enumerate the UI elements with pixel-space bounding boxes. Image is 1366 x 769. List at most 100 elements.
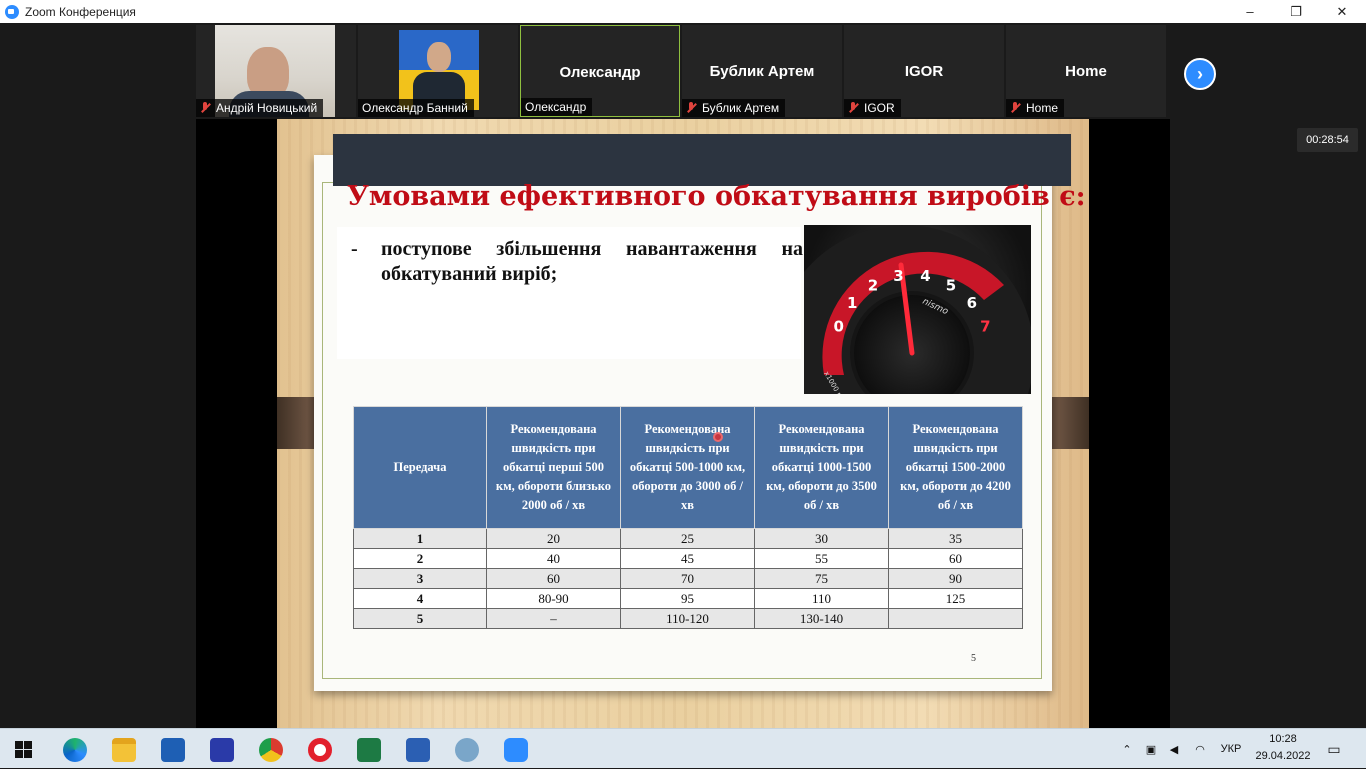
- bullet-text: поступове збільшення навантаження на обк…: [381, 238, 803, 285]
- gauge-tick-label: 4: [920, 267, 930, 285]
- participant-caption: Home: [1006, 99, 1065, 117]
- participant-caption: Бублик Артем: [682, 99, 786, 117]
- save-disk-icon[interactable]: [210, 738, 234, 762]
- table-cell: 3: [353, 568, 487, 589]
- next-participants-arrow-icon[interactable]: ›: [1184, 58, 1216, 90]
- taskbar-clock[interactable]: 10:28 29.04.2022: [1252, 731, 1314, 765]
- gauge-tick-label: 7: [980, 317, 990, 335]
- table-cell: 70: [620, 568, 755, 589]
- table-cell: 30: [754, 528, 889, 549]
- participant-caption: Андрій Новицький: [196, 99, 324, 117]
- mic-muted-icon: [686, 102, 696, 114]
- table-cell: 110-120: [620, 608, 755, 629]
- table-header-cell: Рекомендована швидкість при обкатці 1000…: [754, 406, 889, 529]
- break-in-speed-table: Передача Рекомендована швидкість при обк…: [353, 406, 1023, 629]
- slide-page-number: 5: [971, 653, 976, 664]
- speed-table: Передача Рекомендована швидкість при обк…: [353, 406, 1023, 629]
- maximize-button[interactable]: ❐: [1273, 0, 1319, 23]
- participant-caption: Олександр: [521, 98, 593, 116]
- bullet-dash: -: [351, 238, 358, 260]
- window-titlebar: Zoom Конференция – ❐ ✕: [0, 0, 1366, 23]
- participant-name: Олександр: [525, 100, 587, 114]
- participant-tile[interactable]: IGOR IGOR: [844, 25, 1004, 117]
- gauge-tick-label: 5: [946, 277, 956, 295]
- table-row: 1 20 25 30 35: [353, 528, 1023, 549]
- table-cell: –: [486, 608, 621, 629]
- notifications-icon[interactable]: ▭: [1322, 729, 1346, 769]
- table-cell: 2: [353, 548, 487, 569]
- table-cell: 5: [353, 608, 487, 629]
- table-header-row: Передача Рекомендована швидкість при обк…: [353, 406, 1023, 529]
- participant-name: Андрій Новицький: [216, 101, 318, 115]
- participant-strip: Андрій Новицький Олександр Банний Олекса…: [196, 25, 1216, 119]
- opera-browser-icon[interactable]: [308, 738, 332, 762]
- participant-name: Олександр Банний: [362, 101, 468, 115]
- tray-network-adapter-icon[interactable]: ▣: [1143, 729, 1159, 769]
- table-header-cell: Рекомендована швидкість при обкатці 1500…: [888, 406, 1023, 529]
- table-cell: 35: [888, 528, 1023, 549]
- participant-caption: IGOR: [844, 99, 901, 117]
- table-cell: 60: [486, 568, 621, 589]
- slide-title: Умовами ефективного обкатування виробів …: [347, 181, 1086, 212]
- mic-muted-icon: [1010, 102, 1020, 114]
- table-header-cell: Передача: [353, 406, 487, 529]
- participant-tile-active-speaker[interactable]: Олександр Олександр: [520, 25, 680, 117]
- file-explorer-icon[interactable]: [112, 738, 136, 762]
- wifi-icon[interactable]: ◠: [1192, 729, 1208, 769]
- participant-tile[interactable]: Андрій Новицький: [196, 25, 356, 117]
- table-cell: 75: [754, 568, 889, 589]
- participant-video: [399, 30, 479, 112]
- gauge-tick-label: 3: [893, 267, 903, 285]
- participant-name: Бублик Артем: [702, 101, 780, 115]
- shared-screen: Умовами ефективного обкатування виробів …: [196, 119, 1170, 728]
- windows-start-icon[interactable]: [15, 741, 32, 758]
- mic-muted-icon: [200, 102, 210, 114]
- table-cell: 20: [486, 528, 621, 549]
- excel-icon[interactable]: [357, 738, 381, 762]
- gauge-tick-label: 6: [967, 294, 977, 312]
- zoom-logo-icon: [5, 4, 19, 19]
- participant-tile[interactable]: Бублик Артем Бублик Артем: [682, 25, 842, 117]
- laser-pointer-icon: [713, 432, 723, 442]
- table-cell: 40: [486, 548, 621, 569]
- table-row: 3 60 70 75 90: [353, 568, 1023, 589]
- minimize-button[interactable]: –: [1227, 0, 1273, 23]
- edge-browser-icon[interactable]: [63, 738, 87, 762]
- tachometer-image: 01234567 nismo x1000 r/min: [804, 225, 1031, 394]
- table-cell: [888, 608, 1023, 629]
- close-button[interactable]: ✕: [1319, 0, 1365, 23]
- word-icon[interactable]: [406, 738, 430, 762]
- tray-chevron-up-icon[interactable]: ⌃: [1120, 729, 1134, 769]
- presentation-slide: Умовами ефективного обкатування виробів …: [277, 119, 1089, 728]
- chrome-browser-icon[interactable]: [259, 738, 283, 762]
- language-indicator[interactable]: УКР: [1216, 729, 1246, 769]
- table-header-cell: Рекомендована швидкість при обкатці 500-…: [620, 406, 755, 529]
- participant-tile[interactable]: Олександр Банний: [358, 25, 518, 117]
- window-title: Zoom Конференция: [25, 4, 136, 19]
- clock-date: 29.04.2022: [1255, 750, 1311, 762]
- zoom-app-icon[interactable]: [504, 738, 528, 762]
- meeting-window: Андрій Новицький Олександр Банний Олекса…: [0, 23, 1366, 728]
- table-cell: 25: [620, 528, 755, 549]
- table-header-cell: Рекомендована швидкість при обкатці перш…: [486, 406, 621, 529]
- clock-time: 10:28: [1269, 733, 1297, 745]
- table-cell: 110: [754, 588, 889, 609]
- gauge-tick-label: 2: [868, 277, 878, 295]
- tachometer-graphic: 0123 4567 nismo x1000 r/min: [804, 225, 1031, 394]
- mail-icon[interactable]: [161, 738, 185, 762]
- table-cell: 45: [620, 548, 755, 569]
- table-cell: 4: [353, 588, 487, 609]
- participant-name: Home: [1026, 101, 1059, 115]
- slide-header-bar: [333, 134, 1071, 186]
- table-cell: 80-90: [486, 588, 621, 609]
- table-row: 2 40 45 55 60: [353, 548, 1023, 569]
- gauge-tick-label: 0: [833, 317, 843, 335]
- search-magnifier-icon[interactable]: [455, 738, 479, 762]
- table-cell: 130-140: [754, 608, 889, 629]
- mic-muted-icon: [848, 102, 858, 114]
- table-cell: 90: [888, 568, 1023, 589]
- slide-bullet: - поступове збільшення навантаження на о…: [351, 237, 803, 287]
- participant-tile[interactable]: Home Home: [1006, 25, 1166, 117]
- windows-taskbar: ⌃ ▣ ◀ ◠ УКР 10:28 29.04.2022 ▭: [0, 728, 1366, 768]
- volume-icon[interactable]: ◀: [1166, 729, 1182, 769]
